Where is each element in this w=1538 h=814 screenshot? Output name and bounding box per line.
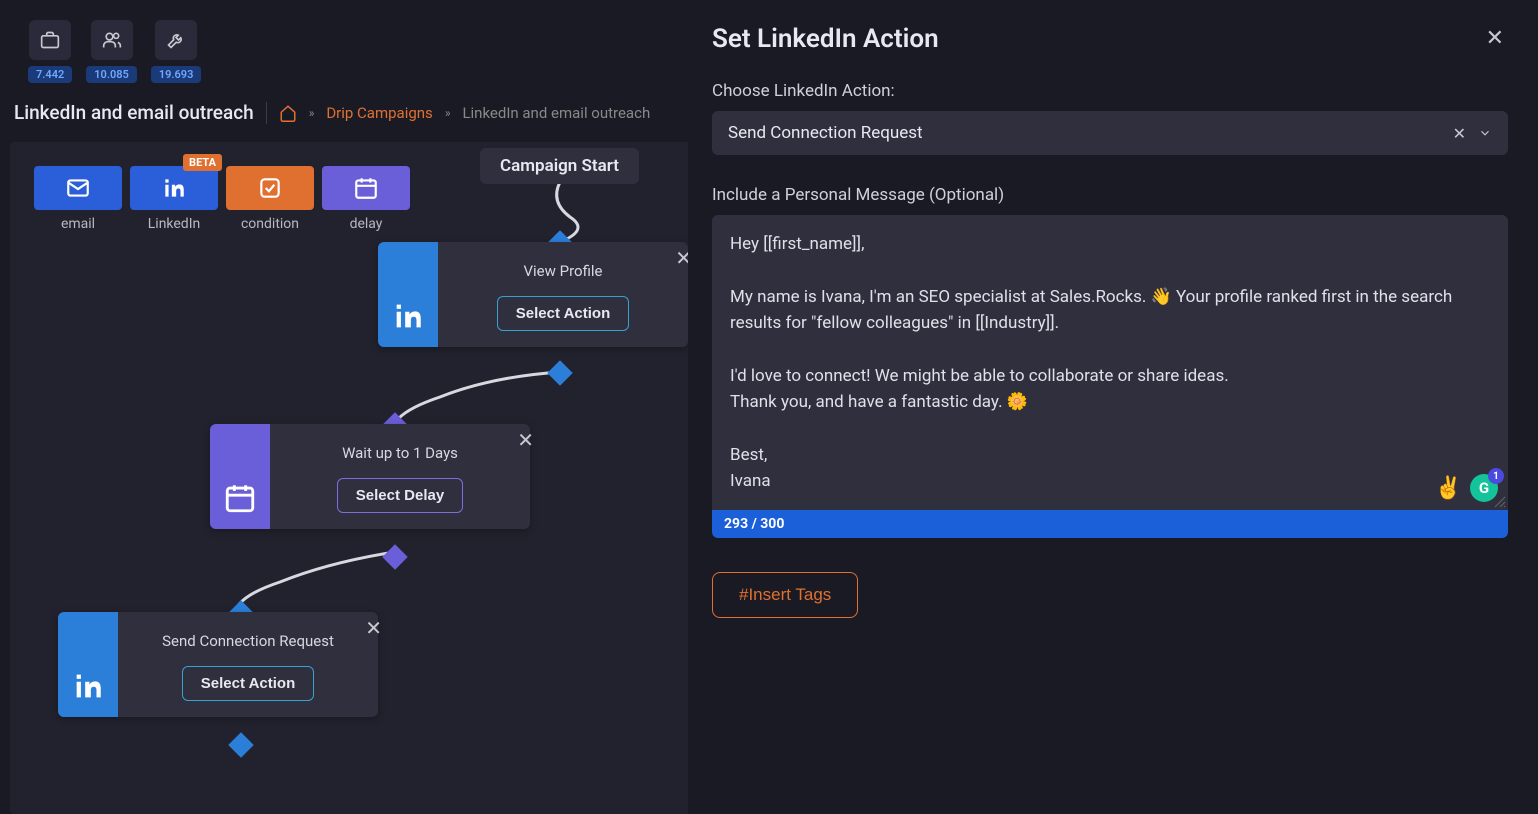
- breadcrumb-link[interactable]: Drip Campaigns: [326, 104, 432, 122]
- char-counter: 293 / 300: [712, 510, 1508, 538]
- node-title: View Profile: [456, 262, 670, 280]
- people-icon: [91, 20, 133, 60]
- selected-action-value: Send Connection Request: [728, 123, 923, 143]
- campaign-start: Campaign Start: [480, 148, 639, 184]
- tool-settings[interactable]: 19.693: [151, 20, 202, 83]
- close-icon[interactable]: ✕: [361, 612, 386, 644]
- close-icon[interactable]: ✕: [513, 424, 538, 456]
- beta-badge: BETA: [183, 154, 222, 171]
- connector-diamond: [382, 544, 407, 569]
- palette-label: LinkedIn: [148, 216, 201, 232]
- clear-icon[interactable]: ✕: [1453, 124, 1466, 143]
- node-title: Send Connection Request: [136, 632, 360, 650]
- node-title: Wait up to 1 Days: [288, 444, 512, 462]
- briefcase-icon: [29, 20, 71, 60]
- linkedin-icon: [58, 612, 118, 717]
- flow-node-linkedin-view-profile[interactable]: ✕ View Profile Select Action: [378, 242, 688, 347]
- linkedin-icon: [378, 242, 438, 347]
- breadcrumb-current: LinkedIn and email outreach: [462, 104, 650, 122]
- message-textarea[interactable]: Hey [[first_name]], My name is Ivana, I'…: [712, 215, 1508, 510]
- palette-linkedin[interactable]: BETA LinkedIn: [130, 166, 218, 232]
- home-icon[interactable]: [279, 104, 297, 122]
- palette-label: condition: [241, 216, 299, 232]
- wrench-icon: [155, 20, 197, 60]
- chevron-icon: »: [445, 106, 451, 120]
- emoji-icon[interactable]: ✌️: [1435, 476, 1462, 501]
- divider: [266, 102, 267, 124]
- page-title: LinkedIn and email outreach: [14, 101, 254, 124]
- close-icon[interactable]: ✕: [1482, 22, 1508, 55]
- grammarly-icon[interactable]: G 1: [1470, 474, 1498, 502]
- email-icon: [34, 166, 122, 210]
- tool-count-3: 19.693: [151, 66, 202, 83]
- connector-diamond: [228, 732, 253, 757]
- tool-count-1: 7.442: [28, 66, 72, 83]
- calendar-icon: [322, 166, 410, 210]
- block-palette: email BETA LinkedIn condition delay: [34, 166, 410, 232]
- condition-icon: [226, 166, 314, 210]
- palette-delay[interactable]: delay: [322, 166, 410, 232]
- message-label: Include a Personal Message (Optional): [712, 185, 1508, 205]
- palette-condition[interactable]: condition: [226, 166, 314, 232]
- flow-node-delay[interactable]: ✕ Wait up to 1 Days Select Delay: [210, 424, 530, 529]
- select-action-button[interactable]: Select Action: [497, 296, 629, 331]
- select-action-button[interactable]: Select Action: [182, 666, 314, 701]
- linkedin-icon: [130, 166, 218, 210]
- insert-tags-button[interactable]: #Insert Tags: [712, 572, 858, 618]
- palette-label: email: [61, 216, 95, 232]
- tool-people[interactable]: 10.085: [86, 20, 137, 83]
- calendar-icon: [210, 424, 270, 529]
- tool-count-2: 10.085: [86, 66, 137, 83]
- chevron-icon: »: [309, 106, 315, 120]
- tool-briefcase[interactable]: 7.442: [28, 20, 72, 83]
- select-delay-button[interactable]: Select Delay: [337, 478, 463, 513]
- choose-action-label: Choose LinkedIn Action:: [712, 81, 1508, 101]
- action-select[interactable]: Send Connection Request ✕: [712, 111, 1508, 155]
- chevron-down-icon[interactable]: [1478, 126, 1492, 140]
- panel-title: Set LinkedIn Action: [712, 24, 939, 54]
- connector-diamond: [547, 360, 572, 385]
- palette-label: delay: [350, 216, 383, 232]
- palette-email[interactable]: email: [34, 166, 122, 232]
- linkedin-action-panel: Set LinkedIn Action ✕ Choose LinkedIn Ac…: [688, 0, 1538, 814]
- flow-node-linkedin-connection[interactable]: ✕ Send Connection Request Select Action: [58, 612, 378, 717]
